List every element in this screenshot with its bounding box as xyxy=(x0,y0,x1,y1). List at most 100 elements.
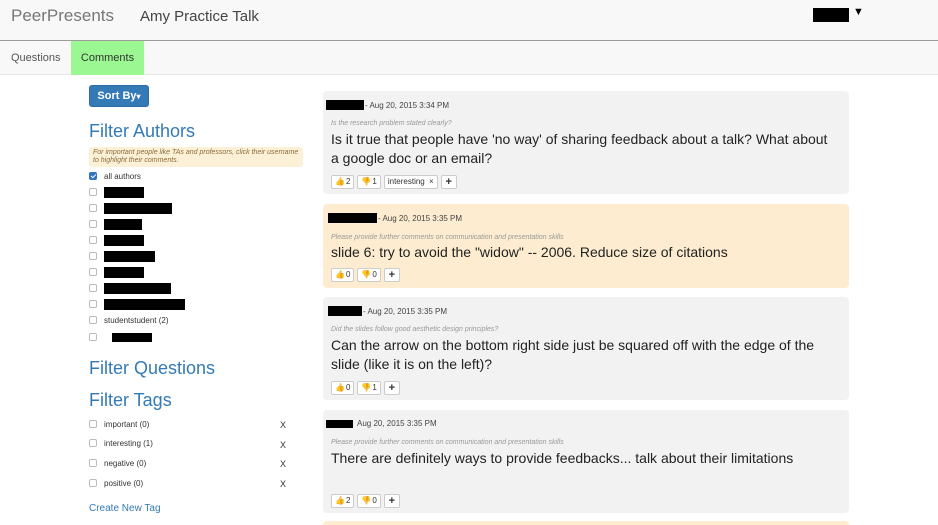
checkbox[interactable] xyxy=(89,300,97,308)
author-name-redacted xyxy=(104,218,142,230)
author-name-redacted xyxy=(104,202,172,214)
comment-date: - Aug 20, 2015 3:35 PM xyxy=(378,213,463,223)
user-menu-redacted[interactable] xyxy=(813,8,849,22)
tag-item-negative[interactable]: negative (0) xyxy=(89,457,146,469)
checkbox[interactable] xyxy=(89,188,97,196)
comment-date: - Aug 20, 2015 3:34 PM xyxy=(365,100,450,110)
filter-authors-heading: Filter Authors xyxy=(89,121,196,141)
tag-chip-label: interesting xyxy=(387,177,425,186)
comment-text: slide 6: try to avoid the "widow" -- 200… xyxy=(331,244,728,260)
checkbox[interactable] xyxy=(89,268,97,276)
upvote-count: 0 xyxy=(345,383,351,392)
tag-label: interesting (1) xyxy=(104,438,153,448)
author-item[interactable] xyxy=(89,282,171,294)
add-tag-button[interactable]: + xyxy=(383,494,400,508)
upvote-button[interactable]: 👍 2 xyxy=(331,175,355,189)
tag-item-important[interactable]: important (0) xyxy=(89,418,149,430)
comment-question: Please provide further comments on commu… xyxy=(331,234,564,241)
sort-by-label: Sort By xyxy=(97,90,137,102)
downvote-count: 0 xyxy=(372,496,377,505)
author-item[interactable] xyxy=(89,218,142,230)
upvote-count: 2 xyxy=(345,177,351,186)
author-name-redacted[interactable] xyxy=(328,306,362,316)
author-name-redacted xyxy=(104,234,144,246)
comment-actions: 👍 2 👎 1 interesting × + xyxy=(331,175,457,189)
downvote-count: 1 xyxy=(372,383,377,392)
sort-by-button[interactable]: Sort By▾ xyxy=(89,85,149,107)
caret-down-icon: ▾ xyxy=(136,92,141,101)
author-item[interactable]: studentstudent (2) xyxy=(89,314,168,326)
author-student-label: studentstudent (2) xyxy=(104,315,169,325)
checkbox[interactable] xyxy=(89,459,97,467)
caret-down-icon[interactable]: ▼ xyxy=(853,6,864,18)
top-navbar: PeerPresents Amy Practice Talk ▼ xyxy=(0,0,938,41)
remove-tag-button[interactable]: X xyxy=(280,420,286,430)
author-name-redacted xyxy=(104,266,144,278)
author-item[interactable] xyxy=(89,186,144,198)
author-name-redacted xyxy=(104,298,185,310)
thumbs-down-icon: 👎 xyxy=(361,383,372,392)
add-tag-button[interactable]: + xyxy=(383,268,400,282)
comment-question: Is the research problem stated clearly? xyxy=(331,120,452,127)
upvote-count: 2 xyxy=(345,496,351,505)
checkbox[interactable] xyxy=(89,236,97,244)
checkbox[interactable] xyxy=(89,204,97,212)
tag-item-positive[interactable]: positive (0) xyxy=(89,477,143,489)
comment-date: Aug 20, 2015 3:35 PM xyxy=(357,419,437,428)
brand-logo[interactable]: PeerPresents xyxy=(11,6,114,26)
author-name-redacted xyxy=(104,282,171,294)
author-name-redacted xyxy=(104,250,155,262)
author-item[interactable] xyxy=(89,234,144,246)
comment-text: There are definitely ways to provide fee… xyxy=(331,450,794,466)
upvote-button[interactable]: 👍 2 xyxy=(331,494,355,508)
checkbox[interactable] xyxy=(89,284,97,292)
remove-tag-button[interactable]: X xyxy=(280,440,286,450)
downvote-button[interactable]: 👎 1 xyxy=(357,381,381,395)
checkbox[interactable] xyxy=(89,316,97,324)
downvote-count: 1 xyxy=(372,177,377,186)
thumbs-up-icon: 👍 xyxy=(335,383,345,392)
close-icon[interactable]: × xyxy=(429,176,434,188)
author-all[interactable]: all authors xyxy=(89,170,141,182)
checkbox[interactable] xyxy=(89,479,97,487)
create-new-tag-link[interactable]: Create New Tag xyxy=(89,503,161,514)
author-item[interactable] xyxy=(89,250,155,262)
checkbox[interactable] xyxy=(89,220,97,228)
checkbox[interactable] xyxy=(89,439,97,447)
upvote-button[interactable]: 👍 0 xyxy=(331,268,355,282)
author-item[interactable] xyxy=(89,202,172,214)
add-tag-button[interactable]: + xyxy=(440,175,457,189)
checkbox[interactable] xyxy=(89,333,97,341)
authors-note: For important people like TAs and profes… xyxy=(89,147,303,167)
checkbox[interactable] xyxy=(89,172,97,180)
comment-question: Did the slides follow good aesthetic des… xyxy=(331,326,499,333)
thumbs-down-icon: 👎 xyxy=(361,496,372,505)
comment-meta: Aug 20, 2015 3:35 PM xyxy=(326,419,437,428)
remove-tag-button[interactable]: X xyxy=(280,459,286,469)
downvote-button[interactable]: 👎 0 xyxy=(357,268,381,282)
checkbox[interactable] xyxy=(89,252,97,260)
comment-card-partial xyxy=(323,521,849,525)
author-item[interactable] xyxy=(89,266,144,278)
tab-questions[interactable]: Questions xyxy=(1,41,71,75)
filter-questions-heading[interactable]: Filter Questions xyxy=(89,358,215,379)
author-item[interactable] xyxy=(89,331,152,343)
upvote-count: 0 xyxy=(345,270,351,279)
checkbox[interactable] xyxy=(89,420,97,428)
tag-item-interesting[interactable]: interesting (1) xyxy=(89,437,153,449)
comment-actions: 👍 0 👎 0 + xyxy=(331,268,400,282)
add-tag-button[interactable]: + xyxy=(383,381,400,395)
upvote-button[interactable]: 👍 0 xyxy=(331,381,355,395)
downvote-button[interactable]: 👎 1 xyxy=(357,175,381,189)
thumbs-down-icon: 👎 xyxy=(361,177,372,186)
downvote-button[interactable]: 👎 0 xyxy=(357,494,381,508)
tab-comments[interactable]: Comments xyxy=(71,41,144,75)
remove-tag-button[interactable]: X xyxy=(280,479,286,489)
comment-date: - Aug 20, 2015 3:35 PM xyxy=(363,306,448,316)
author-item[interactable] xyxy=(89,298,185,310)
author-name-redacted[interactable] xyxy=(328,213,377,223)
comment-text: Is it true that people have 'no way' of … xyxy=(331,131,828,166)
author-name-redacted[interactable] xyxy=(326,100,364,110)
author-name-redacted[interactable] xyxy=(326,419,353,428)
tag-chip-interesting[interactable]: interesting × xyxy=(383,175,438,189)
